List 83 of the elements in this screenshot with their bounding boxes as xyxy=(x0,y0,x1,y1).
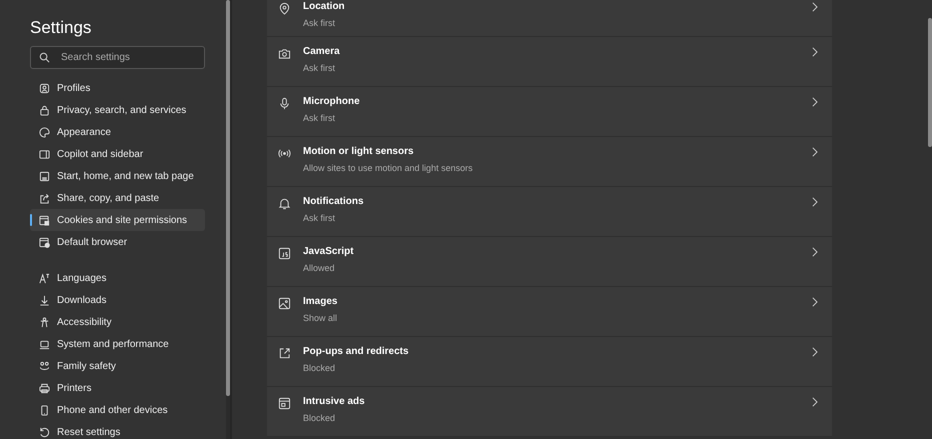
permission-status: Ask first xyxy=(303,63,336,73)
selection-indicator xyxy=(30,214,32,226)
language-icon xyxy=(39,272,50,284)
chevron-right-icon xyxy=(811,397,818,407)
chevron-right-icon xyxy=(811,297,818,307)
permission-title: Location xyxy=(303,1,346,12)
sidebar-item[interactable]: Copilot and sidebar xyxy=(30,143,205,165)
chevron-right-icon xyxy=(811,2,818,12)
location-pin-icon xyxy=(278,2,291,15)
permission-title: Camera xyxy=(303,46,341,57)
permission-status: Blocked xyxy=(303,413,336,423)
sidebar-item[interactable]: Reset settings xyxy=(30,421,205,439)
sidebar-item[interactable]: Printers xyxy=(30,377,205,399)
chevron-right-icon xyxy=(811,197,818,207)
permission-row[interactable]: Intrusive ads Blocked xyxy=(267,387,832,437)
permission-row[interactable]: Camera Ask first xyxy=(267,37,832,87)
permission-row[interactable]: Notifications Ask first xyxy=(267,187,832,237)
share-icon xyxy=(39,192,50,204)
sidebar-item[interactable]: Appearance xyxy=(30,121,205,143)
sidebar-item[interactable]: Share, copy, and paste xyxy=(30,187,205,209)
sidebar-item[interactable]: Phone and other devices xyxy=(30,399,205,421)
phone-icon xyxy=(39,404,50,416)
browser-icon xyxy=(39,236,50,248)
camera-icon xyxy=(278,47,291,60)
reset-icon xyxy=(39,426,50,438)
permission-title: Intrusive ads xyxy=(303,396,366,407)
permission-row[interactable]: Location Ask first xyxy=(267,0,832,37)
chevron-right-icon xyxy=(811,97,818,107)
sensor-icon xyxy=(278,147,291,160)
sidebar-item[interactable]: Start, home, and new tab page xyxy=(30,165,205,187)
permission-title: Notifications xyxy=(303,196,365,207)
permission-row[interactable]: Pop-ups and redirects Blocked xyxy=(267,337,832,387)
sidebar-item[interactable]: Family safety xyxy=(30,355,205,377)
permission-status: Allowed xyxy=(303,263,336,273)
sidebar-item[interactable]: Privacy, search, and services xyxy=(30,99,205,121)
family-icon xyxy=(39,360,50,372)
bell-icon xyxy=(278,197,291,210)
sidebar-icon xyxy=(39,148,50,160)
search-icon xyxy=(39,52,50,63)
permission-status: Allow sites to use motion and light sensors xyxy=(303,163,474,173)
permission-title: Motion or light sensors xyxy=(303,146,415,157)
chevron-right-icon xyxy=(811,247,818,257)
permission-status: Show all xyxy=(303,313,338,323)
sidebar-item[interactable]: Profiles xyxy=(30,77,205,99)
printer-icon xyxy=(39,382,50,394)
chevron-right-icon xyxy=(811,147,818,157)
profile-icon xyxy=(39,82,50,94)
download-icon xyxy=(39,294,50,306)
lock-icon xyxy=(39,104,50,116)
sidebar-item[interactable]: Default browser xyxy=(30,231,205,253)
permission-row[interactable]: JavaScript Allowed xyxy=(267,237,832,287)
permission-status: Ask first xyxy=(303,18,336,28)
sidebar-item[interactable]: Downloads xyxy=(30,289,205,311)
person-icon xyxy=(39,316,50,328)
sidebar-item[interactable]: System and performance xyxy=(30,333,205,355)
permission-row[interactable]: Motion or light sensors Allow sites to use motion and light sensors xyxy=(267,137,832,187)
permission-title: JavaScript xyxy=(303,246,355,257)
microphone-icon xyxy=(278,97,291,110)
scrollbar-thumb[interactable] xyxy=(226,0,230,396)
ad-window-icon xyxy=(278,397,291,410)
search-field[interactable]: Search settings xyxy=(30,46,205,69)
image-icon xyxy=(278,297,291,310)
sidebar-item[interactable]: Languages xyxy=(30,267,205,289)
permission-row[interactable]: Images Show all xyxy=(267,287,832,337)
window-icon xyxy=(39,170,50,182)
cookie-icon xyxy=(39,214,50,226)
settings-title: Settings xyxy=(30,18,92,38)
scrollbar-thumb[interactable] xyxy=(928,18,932,147)
permission-status: Ask first xyxy=(303,213,336,223)
chevron-right-icon xyxy=(811,47,818,57)
palette-icon xyxy=(39,126,50,138)
permission-title: Images xyxy=(303,296,338,307)
permission-title: Microphone xyxy=(303,96,361,107)
external-link-icon xyxy=(278,347,291,360)
permission-status: Blocked xyxy=(303,363,336,373)
javascript-icon xyxy=(278,247,291,260)
permission-status: Ask first xyxy=(303,113,336,123)
permission-title: Pop-ups and redirects xyxy=(303,346,410,357)
sidebar-item[interactable]: Cookies and site permissions xyxy=(30,209,205,231)
laptop-icon xyxy=(39,338,50,350)
chevron-right-icon xyxy=(811,347,818,357)
sidebar-item[interactable]: Accessibility xyxy=(30,311,205,333)
permission-row[interactable]: Microphone Ask first xyxy=(267,87,832,137)
